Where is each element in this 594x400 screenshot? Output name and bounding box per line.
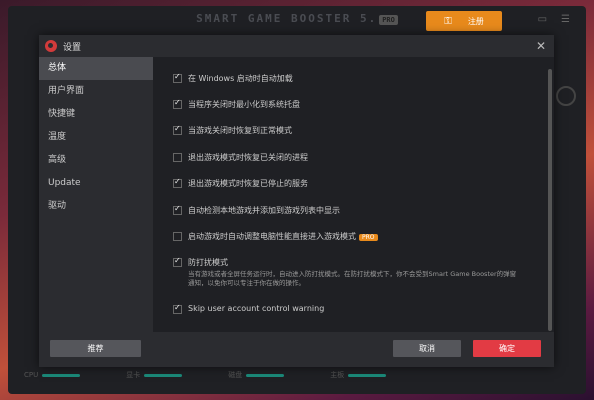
option-auto-boost[interactable]: 启动游戏时自动调整电脑性能直接进入游戏模式 PRO — [173, 231, 378, 242]
checkbox[interactable] — [173, 124, 182, 135]
option-label-text: 启动游戏时自动调整电脑性能直接进入游戏模式 — [188, 232, 356, 241]
sidebar-item-general[interactable]: 总体 — [39, 57, 153, 80]
option-label: 自动检测本地游戏并添加到游戏列表中显示 — [188, 206, 340, 215]
disk-meter — [246, 374, 285, 377]
option-label: 退出游戏模式时恢复已关闭的进程 — [188, 153, 308, 162]
scrollbar[interactable] — [548, 69, 552, 331]
footer-board: 主板 — [330, 370, 387, 380]
cancel-button[interactable]: 取消 — [393, 340, 461, 357]
menu-icon[interactable]: ☰ — [561, 14, 570, 25]
dialog-body: 总体 用户界面 快捷键 温度 高级 Update 驱动 在 Windows 启动… — [39, 57, 554, 332]
option-restore-services[interactable]: 退出游戏模式时恢复已停止的服务 — [173, 177, 308, 189]
option-label: Skip user account control warning — [188, 304, 325, 313]
settings-dialog: 设置 ✕ 总体 用户界面 快捷键 温度 高级 Update 驱动 在 Windo… — [39, 35, 554, 367]
footer-cpu: CPU — [24, 371, 81, 379]
sidebar-item-drivers[interactable]: 驱动 — [39, 195, 153, 218]
gpu-meter — [144, 374, 183, 377]
option-label: 防打扰模式 当有游戏或者全屏任务运行时，自动进入防打扰模式。在防打扰模式下，你不… — [188, 257, 518, 288]
option-minimize-tray[interactable]: 当程序关闭时最小化到系统托盘 — [173, 98, 300, 110]
board-meter — [348, 374, 387, 377]
sidebar-item-hotkeys[interactable]: 快捷键 — [39, 103, 153, 126]
app-logo-icon — [45, 40, 57, 52]
dialog-header: 设置 ✕ — [39, 35, 554, 57]
footer-disk: 磁盘 — [228, 370, 285, 380]
dialog-footer: 推荐 取消 确定 — [39, 332, 554, 367]
footer-bar: CPU 显卡 磁盘 主板 — [24, 366, 586, 384]
key-icon: ⚿ — [444, 15, 452, 27]
checkbox[interactable] — [173, 98, 182, 109]
sidebar-item-advanced[interactable]: 高级 — [39, 149, 153, 172]
option-skip-uac[interactable]: Skip user account control warning — [173, 303, 325, 314]
checkbox[interactable] — [173, 204, 182, 215]
checkbox[interactable] — [173, 72, 182, 83]
recommend-button[interactable]: 推荐 — [50, 340, 141, 357]
option-do-not-disturb[interactable]: 防打扰模式 当有游戏或者全屏任务运行时，自动进入防打扰模式。在防打扰模式下，你不… — [173, 256, 518, 288]
checkbox[interactable] — [173, 303, 182, 314]
option-description: 当有游戏或者全屏任务运行时，自动进入防打扰模式。在防打扰模式下，你不会受到Sma… — [188, 270, 517, 287]
dialog-title: 设置 — [63, 42, 82, 53]
sidebar-item-update[interactable]: Update — [39, 172, 153, 195]
checkbox[interactable] — [173, 232, 182, 241]
footer-board-label: 主板 — [330, 371, 345, 379]
option-label: 退出游戏模式时恢复已停止的服务 — [188, 179, 308, 188]
app-pro-badge: PRO — [379, 15, 398, 25]
cpu-meter — [42, 374, 81, 377]
checkbox[interactable] — [173, 177, 182, 188]
ok-button[interactable]: 确定 — [473, 340, 541, 357]
checkbox[interactable] — [173, 256, 182, 267]
app-title-text: SMART GAME BOOSTER 5. — [196, 12, 378, 25]
side-circle-icon[interactable] — [556, 86, 576, 106]
sidebar-item-ui[interactable]: 用户界面 — [39, 80, 153, 103]
settings-sidebar: 总体 用户界面 快捷键 温度 高级 Update 驱动 — [39, 57, 153, 332]
register-label: 注册 — [467, 16, 484, 26]
footer-disk-label: 磁盘 — [228, 371, 243, 379]
option-label: 当游戏关闭时恢复到正常模式 — [188, 126, 292, 135]
pro-badge: PRO — [359, 234, 378, 241]
close-icon[interactable]: ✕ — [536, 39, 546, 53]
sidebar-item-temperature[interactable]: 温度 — [39, 126, 153, 149]
option-label: 当程序关闭时最小化到系统托盘 — [188, 100, 300, 109]
window-controls: ▭ ☰ — [538, 14, 570, 25]
option-label: 启动游戏时自动调整电脑性能直接进入游戏模式 PRO — [188, 231, 378, 242]
option-detect-games[interactable]: 自动检测本地游戏并添加到游戏列表中显示 — [173, 204, 340, 216]
footer-gpu: 显卡 — [126, 370, 183, 380]
checkbox[interactable] — [173, 153, 182, 162]
option-label: 在 Windows 启动时自动加载 — [188, 74, 293, 83]
footer-gpu-label: 显卡 — [126, 371, 141, 379]
option-restore-processes[interactable]: 退出游戏模式时恢复已关闭的进程 — [173, 152, 308, 163]
register-button[interactable]: ⚿ 注册 — [426, 11, 502, 31]
settings-content: 在 Windows 启动时自动加载 当程序关闭时最小化到系统托盘 当游戏关闭时恢… — [153, 57, 554, 332]
option-autostart[interactable]: 在 Windows 启动时自动加载 — [173, 72, 293, 84]
option-label-text: 防打扰模式 — [188, 258, 228, 267]
monitor-icon[interactable]: ▭ — [538, 14, 547, 25]
option-restore-normal[interactable]: 当游戏关闭时恢复到正常模式 — [173, 124, 292, 136]
footer-cpu-label: CPU — [24, 371, 39, 379]
